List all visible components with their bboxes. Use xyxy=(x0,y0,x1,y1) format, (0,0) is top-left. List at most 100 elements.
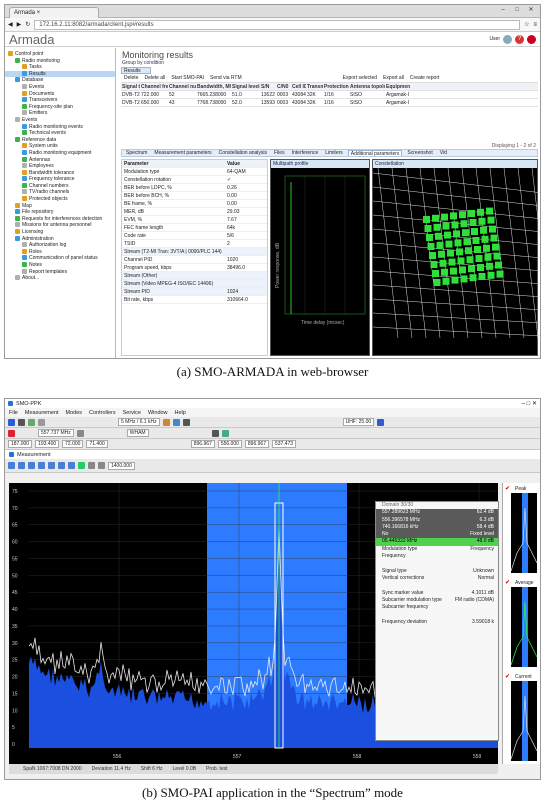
context-menu-item[interactable]: Signal type Unknown xyxy=(376,568,498,575)
column-header[interactable]: C/N0 xyxy=(276,83,291,90)
tree-item[interactable]: Protected objects xyxy=(5,196,115,203)
settings-icon[interactable] xyxy=(38,418,45,426)
tree-item[interactable]: Channel numbers xyxy=(5,182,115,190)
context-menu[interactable]: Domain 30/30 557.289623 MHz 62.4 dB 556.396… xyxy=(375,501,499,741)
window-close-icon[interactable]: – □ ✕ xyxy=(522,400,540,407)
column-header[interactable]: Signal level, dBµV xyxy=(231,83,260,90)
arrow-icon[interactable] xyxy=(76,429,84,437)
detail-tab[interactable]: Limiters xyxy=(323,150,345,156)
tree-item[interactable]: Administration xyxy=(5,235,115,243)
context-menu-item[interactable]: Frequency deviation 3.59018 k xyxy=(376,619,498,626)
tree-item[interactable]: About... xyxy=(5,275,115,282)
menu-item[interactable]: Window xyxy=(148,410,168,416)
detail-tab[interactable]: Constellation analysis xyxy=(217,150,269,156)
tree-item[interactable]: Events xyxy=(5,83,115,91)
tree-item[interactable]: TV/radio channels xyxy=(5,189,115,196)
marker-value[interactable]: 896.967 xyxy=(190,440,215,448)
tree-item[interactable]: Frequency-site plan xyxy=(5,103,115,111)
tree-item[interactable]: File repository xyxy=(5,209,115,216)
pan-icon[interactable] xyxy=(18,462,25,469)
context-menu-item[interactable]: No Fixed level xyxy=(376,531,498,539)
check-icon[interactable]: ✔ xyxy=(505,674,510,680)
context-menu-item[interactable] xyxy=(376,611,498,618)
context-menu-item[interactable]: 740.166816 kHz 58.4 dB xyxy=(376,523,498,532)
detail-tab[interactable]: Spectrum xyxy=(124,150,149,156)
tree-item[interactable]: Radio monitoring xyxy=(5,57,115,65)
menu-item[interactable]: File xyxy=(9,410,18,416)
detail-tab[interactable]: Measurement parameters xyxy=(152,150,213,156)
context-menu-item[interactable]: 05.445322 MHz 48.0 dB xyxy=(376,538,498,546)
menu-item[interactable]: Help xyxy=(175,410,186,416)
menu-item[interactable]: Modes xyxy=(66,410,83,416)
close-icon[interactable]: ✕ xyxy=(525,6,537,15)
column-header[interactable]: Channel number xyxy=(168,83,196,90)
zoom-out-icon[interactable] xyxy=(38,462,45,469)
context-menu-item[interactable] xyxy=(376,582,498,589)
toolbar-button[interactable]: Export selected xyxy=(343,75,377,81)
tree-item[interactable]: Report templates xyxy=(5,268,115,276)
url-input[interactable]: 172.16.2.11:8082/armada/client.jsp#resul… xyxy=(34,19,521,30)
context-menu-item[interactable]: Subcarrier modulation type FM radio (CDMA… xyxy=(376,597,498,604)
minimize-icon[interactable]: – xyxy=(497,6,509,15)
detail-tab[interactable]: Files xyxy=(272,150,287,156)
tree-item[interactable]: Employees xyxy=(5,163,115,170)
tree-item[interactable]: Licensing xyxy=(5,229,115,236)
context-menu-item[interactable]: Subcarrier frequency xyxy=(376,604,498,611)
column-header[interactable]: Bandwidth, MHz xyxy=(196,83,231,90)
tree-item[interactable]: Results xyxy=(5,70,115,78)
context-menu-item[interactable]: 557.289623 MHz 62.4 dB xyxy=(376,509,498,517)
menu-item[interactable]: Measurement xyxy=(25,410,59,416)
column-header[interactable]: Signal type xyxy=(121,83,140,90)
context-menu-item[interactable] xyxy=(376,560,498,567)
apply-icon[interactable] xyxy=(377,418,385,426)
column-header[interactable]: S/N xyxy=(260,83,276,90)
column-header[interactable]: Cell ID xyxy=(291,83,306,90)
tree-item[interactable]: Bandwidth tolerance xyxy=(5,169,115,177)
marker-icon[interactable] xyxy=(8,429,15,437)
tree-item[interactable]: Notes xyxy=(5,262,115,269)
tree-item[interactable]: Radio monitoring events xyxy=(5,123,115,131)
table-row[interactable]: DVB-T2 650.000 43 7768.738000 52.0 13593 0003 4… xyxy=(121,99,538,107)
toolbar-button[interactable]: Create report xyxy=(410,75,439,81)
marker-value[interactable]: 187.000 xyxy=(8,440,33,448)
tree-item[interactable]: Reference data xyxy=(5,136,115,144)
tree-item[interactable]: Map xyxy=(5,202,115,210)
check-icon[interactable]: ✔ xyxy=(505,580,510,586)
context-menu-item[interactable]: Modulation type Frequency xyxy=(376,546,498,553)
back-icon[interactable]: ◀ xyxy=(8,21,13,28)
marker-value[interactable]: 896.967 xyxy=(244,440,269,448)
column-header[interactable]: Protection interval xyxy=(323,83,349,90)
left-arrow-icon[interactable] xyxy=(88,462,95,469)
zoom-value-field[interactable]: 1400.000 xyxy=(108,461,135,470)
tree-item[interactable]: Documents xyxy=(5,90,115,98)
peak-icon[interactable] xyxy=(58,462,65,469)
sound-icon[interactable] xyxy=(221,429,229,437)
browser-tab[interactable]: Armada × xyxy=(9,7,99,18)
menu-item[interactable]: Controllers xyxy=(89,410,116,416)
export-icon[interactable] xyxy=(78,462,85,469)
tree-item[interactable]: Control point xyxy=(5,51,115,58)
tree-item[interactable]: Roles xyxy=(5,248,115,256)
menu-item[interactable]: Service xyxy=(123,410,141,416)
context-menu-item[interactable]: 556.396578 MHz 6.3 dB xyxy=(376,516,498,524)
marker-value[interactable]: 72.000 xyxy=(62,440,84,448)
tree-item[interactable]: Radio monitoring equipment xyxy=(5,149,115,157)
average-icon[interactable] xyxy=(68,462,75,469)
star-icon[interactable]: ☆ xyxy=(524,21,529,28)
zoom-in-icon[interactable] xyxy=(28,462,35,469)
help-icon[interactable]: ? xyxy=(515,34,524,44)
tree-item[interactable]: Communication of panel status xyxy=(5,255,115,262)
right-arrow-icon[interactable] xyxy=(98,462,105,469)
detail-tab[interactable]: Screenshot xyxy=(405,150,434,156)
context-menu-item[interactable]: Vertical corrections Normal xyxy=(376,575,498,582)
table-row[interactable]: DVB-T2 722.000 52 7665.238000 51.0 13622 0003 4… xyxy=(121,91,538,99)
column-header[interactable]: Antenna topology mode xyxy=(349,83,385,90)
tree-item[interactable]: Authorization log xyxy=(5,242,115,249)
marker-value[interactable]: 537.473 xyxy=(271,440,297,448)
tree-item[interactable]: Technical events xyxy=(5,130,115,137)
tree-item[interactable]: Database xyxy=(5,77,115,84)
menu-icon[interactable]: ≡ xyxy=(533,22,537,28)
tree-item[interactable]: Emitters xyxy=(5,110,115,117)
tree-item[interactable]: Events xyxy=(5,116,115,124)
tab-results[interactable]: Results xyxy=(121,67,151,74)
